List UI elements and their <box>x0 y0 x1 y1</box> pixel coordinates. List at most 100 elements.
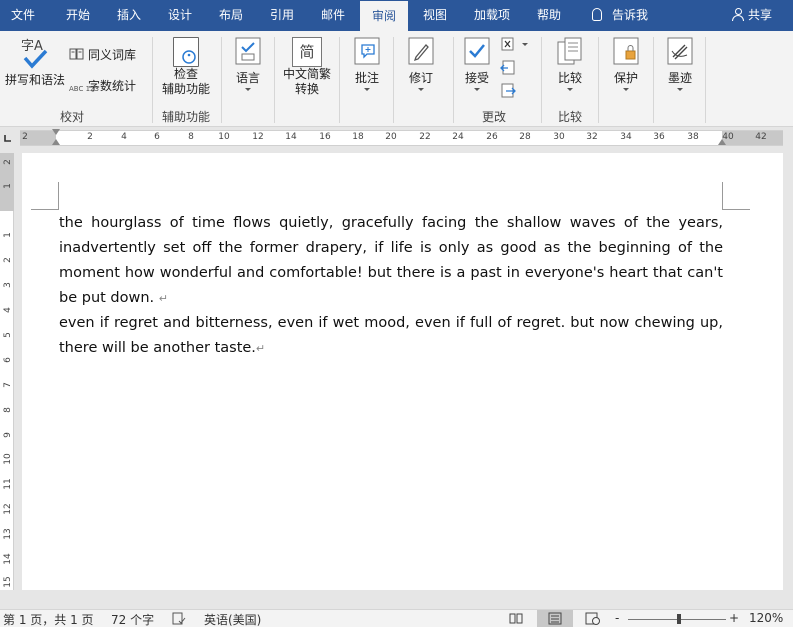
group-separator <box>221 37 222 123</box>
ruler-number: 7 <box>3 382 13 388</box>
hanging-indent-marker[interactable] <box>52 139 60 145</box>
chevron-down-icon <box>623 88 629 91</box>
paragraph-text: even if regret and bitterness, even if w… <box>59 315 723 356</box>
status-bar: 第 1 页，共 1 页 72 个字 英语(美国) - + 120% <box>0 609 793 627</box>
next-change-icon[interactable] <box>500 83 516 99</box>
person-icon <box>732 8 744 21</box>
tab-design[interactable]: 设计 <box>168 0 192 31</box>
ruler-number: 4 <box>3 307 13 313</box>
read-mode-button[interactable] <box>498 610 534 627</box>
horizontal-ruler[interactable]: 2 2 4 6 8 10 12 14 16 18 20 22 24 26 28 … <box>20 129 783 146</box>
tab-addins[interactable]: 加载项 <box>474 0 510 31</box>
chinese-conversion-button[interactable]: 简 中文简繁 转换 <box>279 37 335 97</box>
ruler-number: 3 <box>3 282 13 288</box>
zoom-level[interactable]: 120% <box>749 611 783 625</box>
lock-icon <box>613 37 639 65</box>
ink-label: 墨迹 <box>667 71 692 85</box>
web-layout-button[interactable] <box>575 610 611 627</box>
word-count-button[interactable]: ABC 123字数统计 <box>69 77 136 94</box>
group-separator <box>598 37 599 123</box>
paragraph-mark-icon: ↵ <box>158 292 168 305</box>
check-line1: 检查 <box>173 67 198 81</box>
changes-group-label: 更改 <box>481 110 506 124</box>
thesaurus-button[interactable]: 同义词库 <box>69 46 136 63</box>
zoom-out-button[interactable]: - <box>615 611 619 625</box>
ruler-number: 20 <box>385 132 397 142</box>
thesaurus-label: 同义词库 <box>88 48 137 62</box>
compare-button[interactable]: 比较 <box>552 37 588 91</box>
ruler-number: 14 <box>3 553 13 565</box>
ruler-number: 1 <box>3 232 13 238</box>
tab-home[interactable]: 开始 <box>66 0 90 31</box>
ruler-number: 6 <box>3 357 13 363</box>
spelling-icon-glyph: 字A <box>21 39 43 54</box>
language-button[interactable]: 语言 <box>228 37 268 91</box>
ruler-number: 8 <box>3 407 13 413</box>
paragraph[interactable]: even if regret and bitterness, even if w… <box>59 311 723 361</box>
ruler-number: 32 <box>586 132 598 142</box>
ruler-number: 1 <box>3 183 13 189</box>
language-status[interactable]: 英语(美国) <box>204 611 261 627</box>
lightbulb-icon <box>592 8 602 21</box>
check-accessibility-button[interactable]: 检查 辅助功能 <box>158 37 214 97</box>
paragraph[interactable]: the hourglass of time flows quietly, gra… <box>59 211 723 311</box>
compare-icon <box>557 37 582 65</box>
tab-selector[interactable] <box>0 128 18 150</box>
language-icon <box>235 37 261 65</box>
tab-view[interactable]: 视图 <box>423 0 447 31</box>
tab-layout[interactable]: 布局 <box>219 0 243 31</box>
ruler-number: 9 <box>3 432 13 438</box>
tab-help[interactable]: 帮助 <box>537 0 561 31</box>
accept-button[interactable]: 接受 <box>459 37 495 91</box>
group-separator <box>152 37 153 123</box>
word-count-label: 字数统计 <box>88 79 137 93</box>
crop-mark-top-left <box>31 182 59 210</box>
chevron-down-icon <box>364 88 370 91</box>
first-line-indent-marker[interactable] <box>52 129 60 135</box>
ruler-number: 5 <box>3 332 13 338</box>
chevron-down-icon <box>418 88 424 91</box>
right-indent-marker[interactable] <box>718 139 726 145</box>
protect-button[interactable]: 保护 <box>608 37 644 91</box>
ruler-number: 10 <box>218 132 230 142</box>
document-body[interactable]: the hourglass of time flows quietly, gra… <box>59 211 723 361</box>
word-count-status[interactable]: 72 个字 <box>111 611 154 627</box>
ruler-number: 14 <box>285 132 297 142</box>
group-separator <box>453 37 454 123</box>
ruler-number: 2 <box>87 132 93 142</box>
tab-insert[interactable]: 插入 <box>117 0 141 31</box>
comments-button[interactable]: 批注 <box>349 37 385 91</box>
page-count[interactable]: 第 1 页，共 1 页 <box>3 611 94 627</box>
ruler-number: 38 <box>687 132 699 142</box>
vertical-ruler[interactable]: 2 1 1 2 3 4 5 6 7 8 9 10 11 12 13 14 15 <box>0 153 14 590</box>
tab-file[interactable]: 文件 <box>11 0 35 31</box>
ruler-number: 24 <box>452 132 464 142</box>
ruler-number: 28 <box>519 132 531 142</box>
ruler-number: 6 <box>154 132 160 142</box>
zoom-in-button[interactable]: + <box>729 611 739 625</box>
tab-mailings[interactable]: 邮件 <box>321 0 345 31</box>
share-label: 共享 <box>748 8 773 22</box>
ruler-number: 2 <box>3 257 13 263</box>
share-button[interactable]: 共享 <box>732 0 772 31</box>
chinese-conversion-icon: 简 <box>292 37 322 67</box>
print-layout-button[interactable] <box>537 610 573 627</box>
zoom-slider-thumb[interactable] <box>677 614 681 624</box>
ink-button[interactable]: 墨迹 <box>662 37 698 91</box>
comments-label: 批注 <box>354 71 379 85</box>
protect-label: 保护 <box>613 71 638 85</box>
group-separator <box>541 37 542 123</box>
ruler-number: 34 <box>620 132 632 142</box>
proofing-status-icon[interactable] <box>172 612 186 625</box>
tab-review[interactable]: 审阅 <box>360 1 408 31</box>
reject-icon[interactable] <box>500 37 530 51</box>
previous-change-icon[interactable] <box>500 60 516 76</box>
document-page[interactable]: the hourglass of time flows quietly, gra… <box>22 153 783 590</box>
spelling-grammar-button[interactable]: 字A 拼写和语法 <box>3 37 67 97</box>
group-separator <box>653 37 654 123</box>
tell-me-search[interactable]: 告诉我 <box>592 0 648 31</box>
track-changes-button[interactable]: 修订 <box>403 37 439 91</box>
book-icon <box>69 48 84 60</box>
tab-references[interactable]: 引用 <box>270 0 294 31</box>
crop-mark-top-right <box>722 182 750 210</box>
